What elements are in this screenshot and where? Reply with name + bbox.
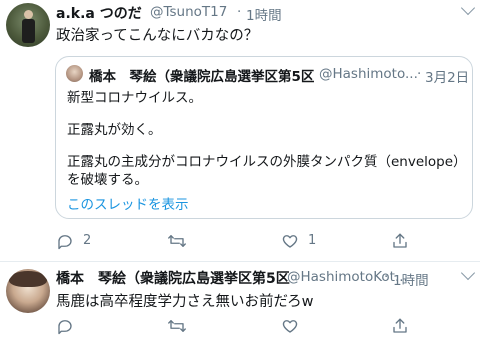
handle[interactable]: @HashimotoKot... — [287, 269, 408, 285]
tweet-text: 馬鹿は高卒程度学力さえ無いお前だろw — [56, 294, 314, 310]
quoted-avatar[interactable] — [66, 65, 83, 82]
quoted-separator: · — [417, 66, 422, 82]
like-button[interactable]: 1 — [281, 231, 331, 251]
separator: · — [237, 4, 242, 20]
timestamp[interactable]: 1時間 — [393, 269, 429, 289]
chevron-down-icon[interactable] — [460, 265, 476, 281]
quoted-tweet-card[interactable]: 橋本 琴絵（衆議院広島選挙区第5区 @Hashimoto... · 3月2日 新… — [55, 56, 473, 219]
quoted-display-name: 橋本 琴絵（衆議院広島選挙区第5区 — [89, 69, 315, 85]
quoted-line-2: 正露丸が効く。 — [67, 122, 162, 138]
separator: · — [384, 269, 389, 285]
retweet-button[interactable] — [167, 231, 207, 251]
avatar[interactable] — [6, 3, 50, 47]
avatar-figure-body — [22, 19, 35, 43]
reply-icon — [58, 235, 72, 250]
like-icon — [282, 320, 298, 333]
like-icon — [282, 235, 298, 248]
quoted-line-4: を破壊する。 — [67, 172, 148, 188]
retweet-button[interactable] — [167, 316, 189, 336]
quoted-line-3: 正露丸の主成分がコロナウイルスの外膜タンパク質（envelope） — [67, 154, 467, 170]
quoted-handle: @Hashimoto... — [319, 66, 418, 82]
like-button[interactable] — [281, 316, 301, 336]
retweet-icon — [168, 235, 186, 247]
tweet-text: 政治家ってこんなにバカなの？ — [56, 28, 259, 44]
retweet-icon — [168, 320, 186, 332]
divider — [0, 261, 480, 262]
avatar-hair — [9, 271, 47, 287]
quoted-date: 3月2日 — [425, 70, 470, 86]
share-button[interactable] — [391, 316, 411, 336]
share-icon — [393, 233, 407, 248]
show-thread-link[interactable]: このスレッドを表示 — [67, 193, 189, 213]
avatar[interactable] — [6, 269, 50, 313]
reply-icon — [58, 320, 72, 335]
share-button[interactable] — [391, 231, 411, 251]
reply-count: 2 — [83, 233, 92, 248]
handle[interactable]: @TsunoT17 — [150, 4, 227, 20]
display-name[interactable]: 橋本 琴絵（衆議院広島選挙区第5区 — [56, 268, 290, 288]
reply-button[interactable] — [56, 316, 76, 336]
chevron-down-icon[interactable] — [460, 0, 476, 16]
timestamp[interactable]: 1時間 — [246, 4, 282, 24]
quoted-line-1: 新型コロナウイルス。 — [67, 90, 202, 106]
like-count: 1 — [308, 233, 317, 248]
avatar-figure — [24, 10, 33, 19]
reply-button[interactable]: 2 — [56, 231, 106, 251]
share-icon — [393, 318, 407, 333]
display-name[interactable]: a.k.a つのだ — [56, 3, 142, 23]
